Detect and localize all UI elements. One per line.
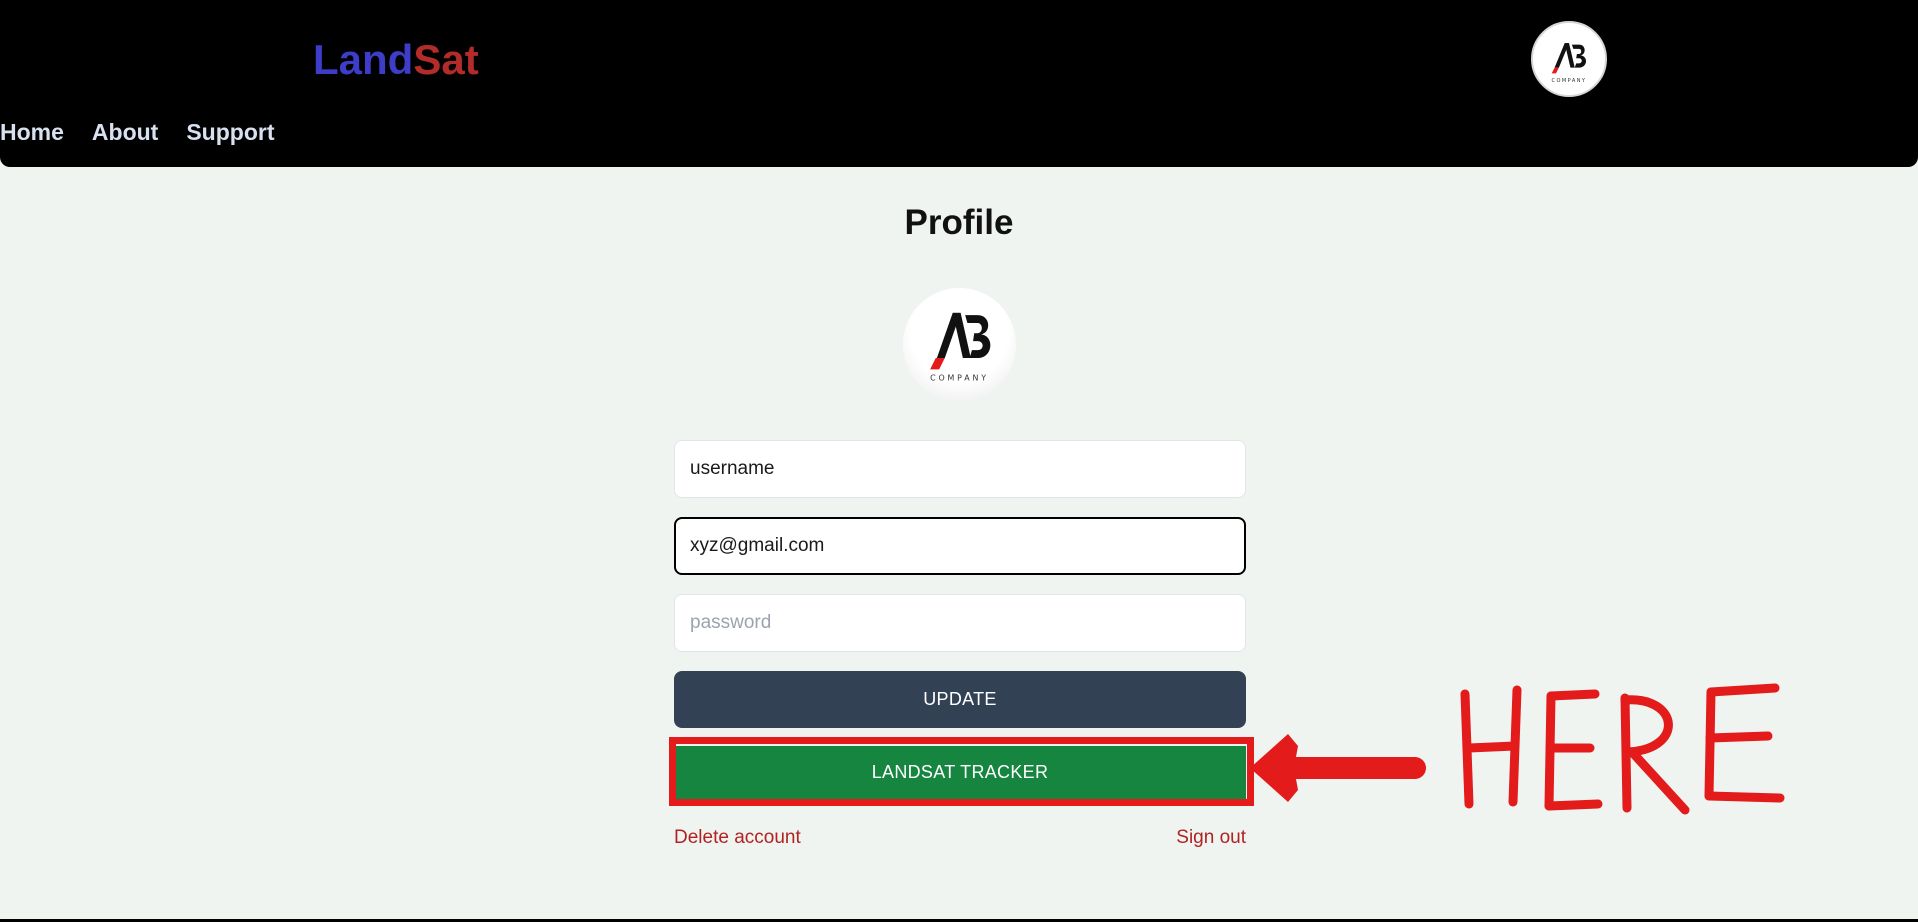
ab-company-logo-icon: COMPANY	[1552, 43, 1587, 84]
brand-land: Land	[313, 36, 414, 83]
email-field[interactable]	[674, 517, 1246, 575]
landsat-tracker-button[interactable]: LANDSAT TRACKER	[674, 746, 1246, 799]
main-nav: Home About Support	[0, 117, 274, 147]
svg-text:COMPANY: COMPANY	[1552, 78, 1587, 84]
svg-text:COMPANY: COMPANY	[930, 374, 989, 383]
nav-support-link[interactable]: Support	[186, 117, 274, 147]
top-header: LandSat Home About Support COMPANY	[0, 0, 1918, 167]
password-field[interactable]	[674, 594, 1246, 652]
profile-avatar[interactable]: COMPANY	[903, 288, 1016, 401]
header-avatar[interactable]: COMPANY	[1531, 21, 1607, 97]
here-annotation	[1250, 683, 1785, 815]
delete-account-link[interactable]: Delete account	[674, 827, 801, 849]
nav-home-link[interactable]: Home	[0, 117, 64, 147]
page-title: Profile	[904, 203, 1014, 242]
update-button[interactable]: UPDATE	[674, 671, 1246, 728]
arrow-left-icon	[1250, 734, 1298, 802]
brand-logo[interactable]: LandSat	[313, 36, 479, 84]
ab-company-logo-icon: COMPANY	[930, 312, 991, 383]
brand-sat: Sat	[413, 36, 479, 83]
here-handwritten-text	[1460, 683, 1785, 815]
page: LandSat Home About Support COMPANY Profi…	[0, 0, 1918, 922]
account-links: Delete account Sign out	[674, 827, 1246, 849]
nav-about-link[interactable]: About	[92, 117, 158, 147]
username-field[interactable]	[674, 440, 1246, 498]
sign-out-link[interactable]: Sign out	[1176, 827, 1246, 849]
